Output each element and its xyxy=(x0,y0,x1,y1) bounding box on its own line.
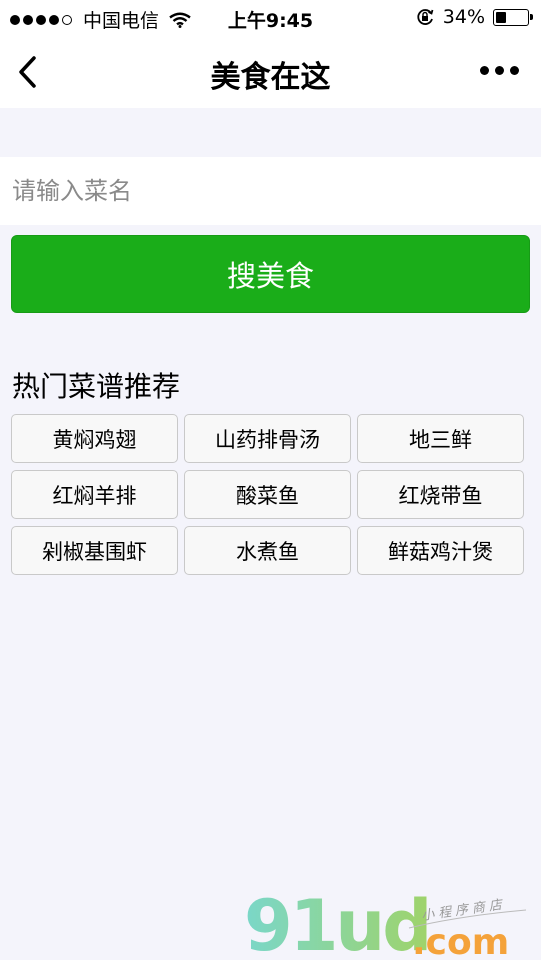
watermark-logo: 91ud .com 小程序商店 xyxy=(244,888,527,958)
search-button-label: 搜美食 xyxy=(226,259,314,293)
battery-fill xyxy=(496,11,507,23)
dish-button[interactable]: 酸菜鱼 xyxy=(184,470,351,519)
watermark-brand: 91ud xyxy=(244,888,429,958)
nav-bar: 美食在这 xyxy=(0,36,541,108)
more-dot xyxy=(510,66,519,75)
dish-button[interactable]: 红烧带鱼 xyxy=(357,470,524,519)
battery-icon xyxy=(493,8,533,26)
page-title: 美食在这 xyxy=(210,60,331,95)
dish-button[interactable]: 黄焖鸡翅 xyxy=(11,414,178,463)
dish-button[interactable]: 鲜菇鸡汁煲 xyxy=(357,526,524,575)
watermark-domain: .com xyxy=(412,922,509,958)
dish-button[interactable]: 剁椒基围虾 xyxy=(11,526,178,575)
dish-button[interactable]: 红焖羊排 xyxy=(11,470,178,519)
search-box xyxy=(0,157,541,225)
dish-button[interactable]: 水煮鱼 xyxy=(184,526,351,575)
section-title: 热门菜谱推荐 xyxy=(12,370,181,403)
status-right: 34% xyxy=(415,6,533,28)
dish-grid: 黄焖鸡翅 山药排骨汤 地三鲜 红焖羊排 酸菜鱼 红烧带鱼 剁椒基围虾 水煮鱼 鲜… xyxy=(11,414,524,575)
search-input[interactable] xyxy=(0,157,541,225)
watermark-tagline: 小程序商店 xyxy=(420,897,506,924)
status-bar: 中国电信 上午9:45 34% xyxy=(0,0,541,36)
dish-button[interactable]: 地三鲜 xyxy=(357,414,524,463)
more-dots-icon[interactable] xyxy=(474,66,519,75)
orientation-lock-icon xyxy=(417,9,434,25)
more-dot xyxy=(495,66,504,75)
battery-percent: 34% xyxy=(442,6,485,28)
more-dot xyxy=(480,66,489,75)
battery-nub xyxy=(530,13,533,20)
dish-button[interactable]: 山药排骨汤 xyxy=(184,414,351,463)
search-button[interactable]: 搜美食 xyxy=(11,235,530,313)
